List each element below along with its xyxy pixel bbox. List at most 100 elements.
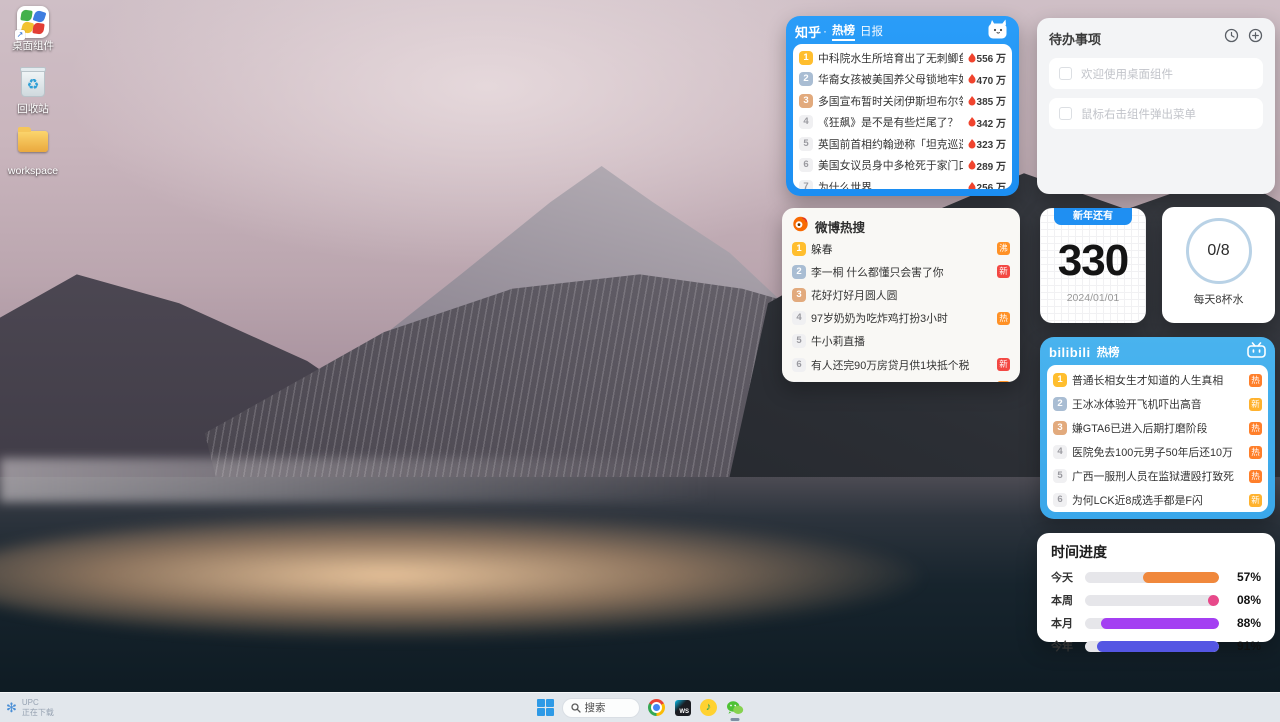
zhihu-list-item[interactable]: 7 为什么世界… 256 万 bbox=[799, 176, 1006, 189]
rank-badge: 2 bbox=[792, 265, 806, 279]
zhihu-list-item[interactable]: 2 华裔女孩被美国养父母锁地牢奴役十... 470 万 bbox=[799, 69, 1006, 91]
weibo-list-item[interactable]: 5 牛小莉直播 bbox=[792, 330, 1010, 353]
bilibili-list: 1 普通长相女生才知道的人生真相 热 2 王冰冰体验开飞机吓出高音 新 3 嫌G… bbox=[1047, 365, 1268, 512]
progress-percent: 91% bbox=[1227, 639, 1261, 653]
zhihu-mascot-icon bbox=[984, 17, 1010, 48]
heat-value: 289 万 bbox=[977, 158, 1006, 173]
rank-badge: 4 bbox=[1053, 445, 1067, 459]
heat-count: 342 万 bbox=[968, 115, 1006, 130]
item-title: 李一桐 什么都懂只会害了你 bbox=[811, 264, 992, 280]
item-title: 《狂飙》是不是有些烂尾了？ bbox=[818, 114, 963, 130]
bilibili-list-item[interactable]: 1 普通长相女生才知道的人生真相 热 bbox=[1053, 368, 1262, 392]
rank-badge: 1 bbox=[799, 51, 813, 65]
item-title: 有人还完90万房贷月供1块抵个税 bbox=[811, 357, 992, 373]
zhihu-list-item[interactable]: 4 《狂飙》是不是有些烂尾了？ 342 万 bbox=[799, 112, 1006, 134]
todo-text: 欢迎使用桌面组件 bbox=[1081, 66, 1173, 82]
taskbar-search[interactable]: 搜索 bbox=[562, 698, 640, 718]
start-button[interactable] bbox=[537, 699, 554, 716]
progress-fill bbox=[1097, 641, 1219, 652]
bilibili-list-item[interactable]: 4 医院免去100元男子50年后还10万 热 bbox=[1053, 440, 1262, 464]
todo-text: 鼠标右击组件弹出菜单 bbox=[1081, 106, 1196, 122]
water-tracker-widget[interactable]: 0/8 每天8杯水 bbox=[1162, 207, 1275, 323]
todo-checkbox[interactable] bbox=[1059, 67, 1072, 80]
wallpaper-fog bbox=[0, 458, 717, 501]
heat-value: 256 万 bbox=[977, 179, 1006, 189]
bilibili-list-item[interactable]: 2 王冰冰体验开飞机吓出高音 新 bbox=[1053, 392, 1262, 416]
bilibili-list-item[interactable]: 6 为何LCK近8成选手都是F闪 新 bbox=[1053, 488, 1262, 512]
zhihu-list-item[interactable]: 5 英国前首相约翰逊称「坦克巡逻自己... 323 万 bbox=[799, 133, 1006, 155]
desktop-icon-label: 桌面组件 bbox=[0, 41, 66, 53]
item-title: 医院免去100元男子50年后还10万 bbox=[1072, 444, 1244, 460]
desktop-icon-label: 回收站 bbox=[0, 104, 66, 116]
weibo-list-item[interactable]: 6 有人还完90万房贷月供1块抵个税 新 bbox=[792, 353, 1010, 376]
desktop-icon-recycle-bin[interactable]: ♻ 回收站 bbox=[0, 69, 66, 116]
zhihu-list-item[interactable]: 6 美国女议员身中多枪死于家门口，留... 289 万 bbox=[799, 155, 1006, 177]
download-spinner-icon: ✻ bbox=[6, 700, 17, 716]
weibo-list-item[interactable]: 7 立春 沸 bbox=[792, 376, 1010, 382]
countdown-widget[interactable]: 新年还有 330 2024/01/01 bbox=[1040, 208, 1146, 323]
rank-badge: 4 bbox=[799, 115, 813, 129]
todo-item[interactable]: 鼠标右击组件弹出菜单 bbox=[1049, 98, 1263, 129]
water-progress-value: 0/8 bbox=[1207, 242, 1229, 260]
weibo-list-item[interactable]: 2 李一桐 什么都懂只会害了你 新 bbox=[792, 260, 1010, 283]
wechat-icon[interactable] bbox=[726, 699, 744, 717]
zhihu-list-item[interactable]: 1 中科院水生所培育出了无刺鲫鱼，80... 556 万 bbox=[799, 47, 1006, 69]
weibo-list-item[interactable]: 1 躲春 沸 bbox=[792, 237, 1010, 260]
history-clock-icon[interactable] bbox=[1224, 28, 1239, 48]
chrome-icon[interactable] bbox=[648, 699, 666, 717]
item-title: 花好灯好月圆人圆 bbox=[811, 287, 1010, 303]
progress-fill bbox=[1143, 572, 1219, 583]
rank-badge: 6 bbox=[799, 158, 813, 172]
progress-track bbox=[1085, 641, 1219, 652]
progress-track bbox=[1085, 595, 1219, 606]
tab-hot[interactable]: 热榜 bbox=[832, 22, 855, 41]
todo-item[interactable]: 欢迎使用桌面组件 bbox=[1049, 58, 1263, 89]
desktop: ↗ 桌面组件 ♻ 回收站 workspace 知乎 · 热榜 日报 bbox=[0, 0, 1280, 722]
water-label: 每天8杯水 bbox=[1162, 291, 1275, 307]
item-title: 普通长相女生才知道的人生真相 bbox=[1072, 372, 1244, 388]
item-title: 英国前首相约翰逊称「坦克巡逻自己... bbox=[818, 136, 963, 152]
rank-badge: 5 bbox=[799, 137, 813, 151]
tv-icon[interactable] bbox=[1247, 342, 1266, 363]
bilibili-list-item[interactable]: 3 嫌GTA6已进入后期打磨阶段 热 bbox=[1053, 416, 1262, 440]
bilibili-brand: bilibili bbox=[1049, 345, 1091, 360]
rank-badge: 3 bbox=[1053, 421, 1067, 435]
heat-count: 556 万 bbox=[968, 50, 1006, 65]
countdown-title: 新年还有 bbox=[1054, 208, 1132, 225]
progress-row: 今天 57% bbox=[1051, 569, 1261, 585]
bilibili-hotlist-widget: bilibili 热榜 1 普通长相女生才知道的人生真相 热 bbox=[1040, 337, 1275, 519]
add-todo-icon[interactable] bbox=[1248, 28, 1263, 48]
heat-value: 342 万 bbox=[977, 115, 1006, 130]
desktop-icon-workspace-folder[interactable]: workspace bbox=[0, 131, 66, 178]
item-title: 美国女议员身中多枪死于家门口，留... bbox=[818, 157, 963, 173]
progress-percent: 88% bbox=[1227, 616, 1261, 630]
heat-value: 385 万 bbox=[977, 93, 1006, 108]
bilibili-list-item[interactable]: 5 广西一服刑人员在监狱遭殴打致死 热 bbox=[1053, 464, 1262, 488]
music-app-icon[interactable] bbox=[700, 699, 718, 717]
webstorm-icon[interactable]: WS bbox=[674, 699, 692, 717]
desktop-icon-column: ↗ 桌面组件 ♻ 回收站 workspace bbox=[0, 6, 66, 194]
weibo-list-item[interactable]: 3 花好灯好月圆人圆 bbox=[792, 283, 1010, 306]
separator-dot: · bbox=[823, 24, 827, 38]
item-title: 华裔女孩被美国养父母锁地牢奴役十... bbox=[818, 71, 963, 87]
progress-label: 今天 bbox=[1051, 569, 1077, 585]
weibo-list-item[interactable]: 4 97岁奶奶为吃炸鸡打扮3小时 热 bbox=[792, 307, 1010, 330]
progress-label: 今年 bbox=[1051, 638, 1077, 654]
item-title: 王冰冰体验开飞机吓出高音 bbox=[1072, 396, 1244, 412]
countdown-days: 330 bbox=[1040, 239, 1146, 283]
flame-icon bbox=[968, 160, 976, 170]
item-title: 中科院水生所培育出了无刺鲫鱼，80... bbox=[818, 50, 963, 66]
item-title: 97岁奶奶为吃炸鸡打扮3小时 bbox=[811, 310, 992, 326]
folder-icon bbox=[17, 131, 49, 163]
item-title: 为什么世界… bbox=[818, 179, 963, 189]
desktop-icon-widgets-app[interactable]: ↗ 桌面组件 bbox=[0, 6, 66, 53]
zhihu-list-item[interactable]: 3 多国宣布暂时关闭伊斯坦布尔领事馆... 385 万 bbox=[799, 90, 1006, 112]
recycle-bin-icon: ♻ bbox=[17, 69, 49, 101]
progress-fill bbox=[1208, 595, 1219, 606]
status-line-2: 正在下载 bbox=[22, 708, 54, 717]
todo-list: 欢迎使用桌面组件 鼠标右击组件弹出菜单 bbox=[1049, 58, 1263, 129]
weibo-header: 微博热搜 bbox=[792, 215, 1010, 237]
todo-checkbox[interactable] bbox=[1059, 107, 1072, 120]
tab-daily[interactable]: 日报 bbox=[860, 23, 883, 39]
progress-label: 本周 bbox=[1051, 592, 1077, 608]
